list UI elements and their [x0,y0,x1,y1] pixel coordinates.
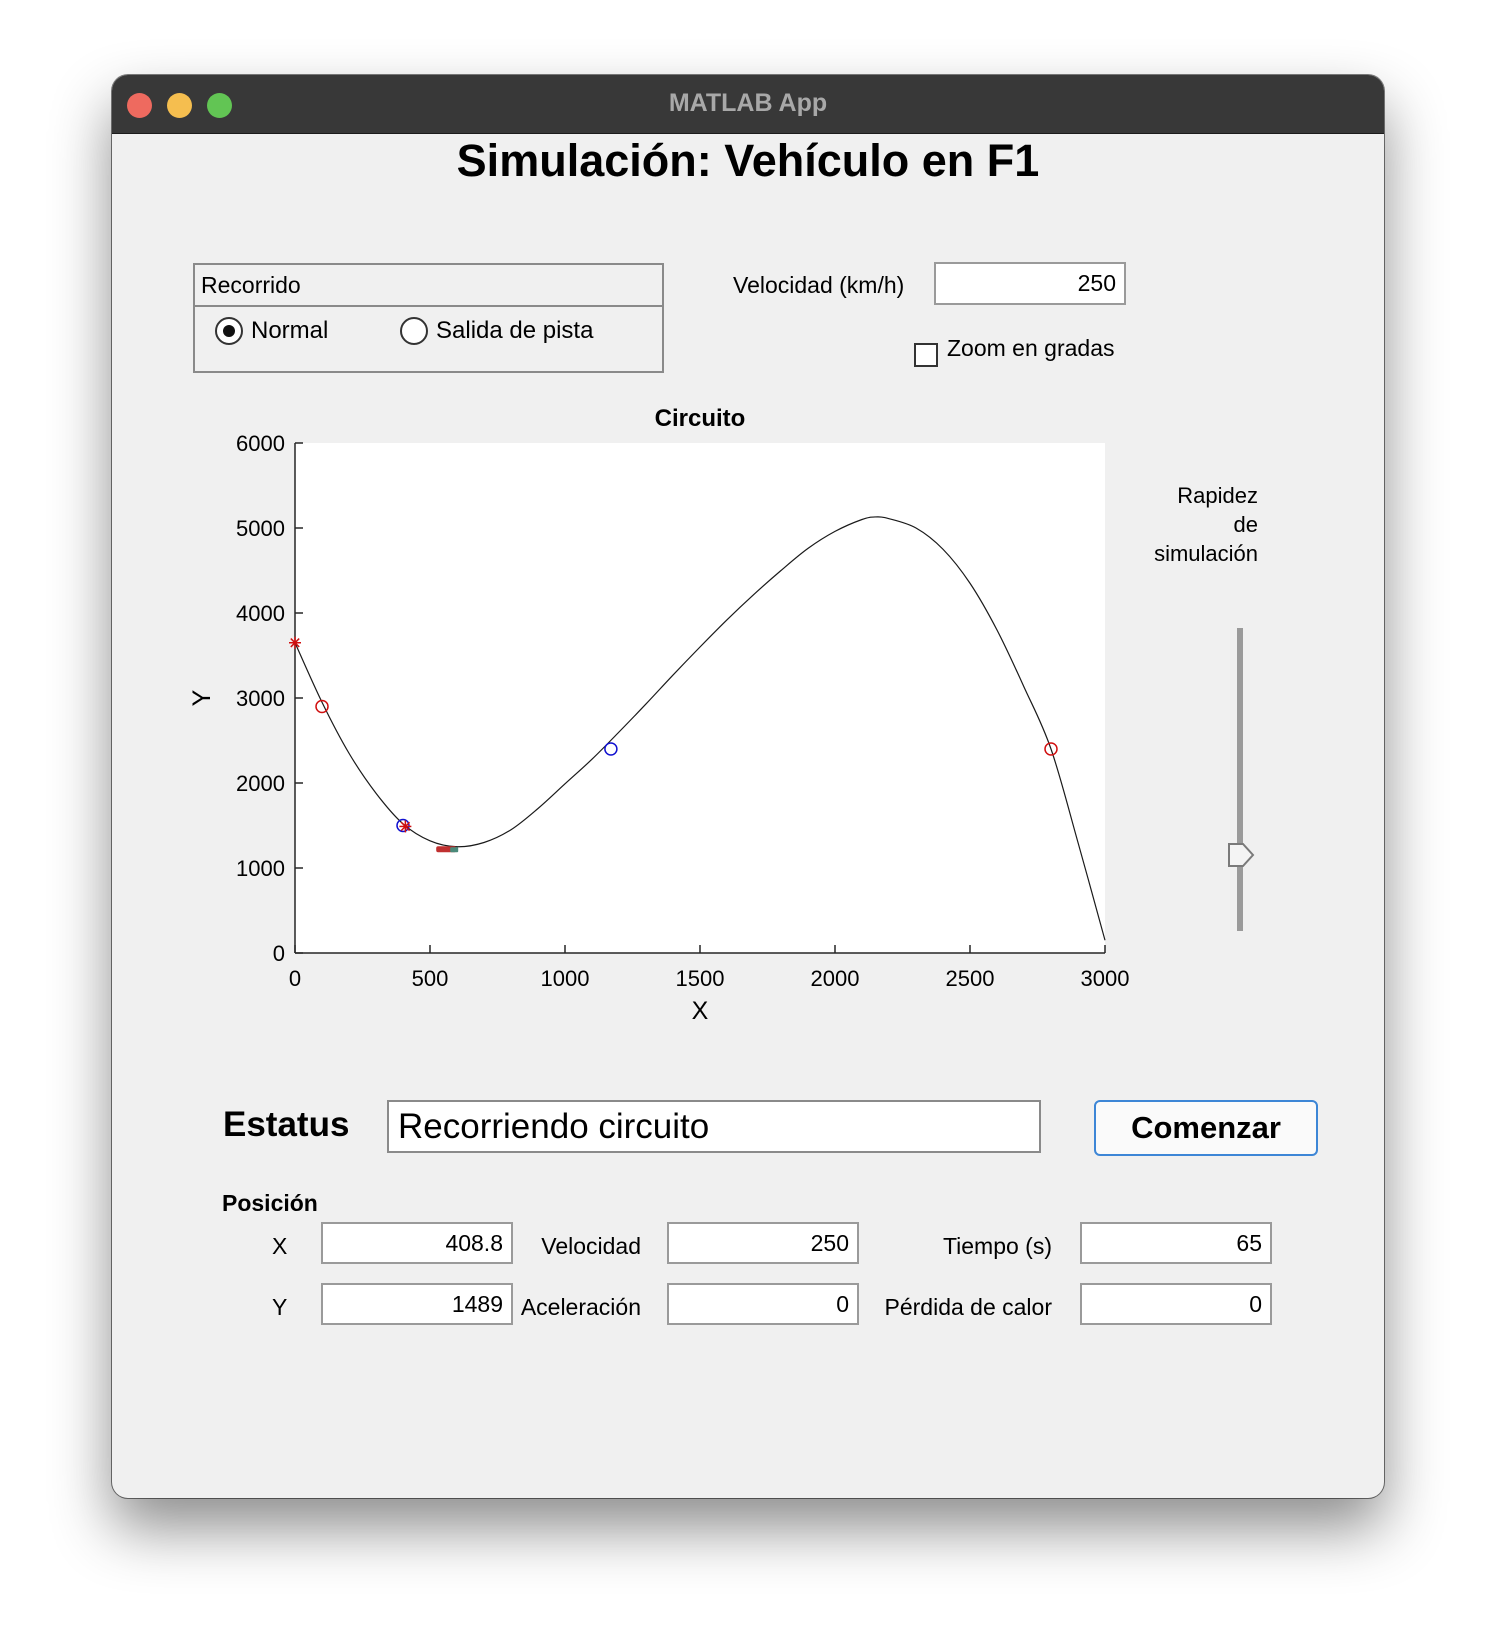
y-tick-label: 6000 [236,431,285,456]
x-tick-label: 500 [412,966,449,991]
y-tick-label: 0 [273,941,285,966]
posicion-label: Posición [222,1190,318,1216]
radio-normal[interactable]: Normal [215,317,328,345]
aceleracion-field: 0 [667,1283,859,1325]
recorrido-panel-title: Recorrido [195,265,662,307]
x-tick-label: 0 [289,966,301,991]
title-bar: MATLAB App [112,75,1384,134]
circuit-chart: Circuito 0 500 1000 1500 2000 2500 3000 0 1000 2… [188,405,1130,1025]
velocidad-kmh-input[interactable]: 250 [934,262,1126,305]
radio-normal-indicator[interactable] [215,317,243,345]
simulation-speed-slider-track[interactable] [1237,628,1243,931]
slider-label-line1: Rapidez [1177,483,1258,508]
y-axis-label: Y [188,689,216,706]
velocidad-kmh-label: Velocidad (km/h) [733,272,905,298]
tiempo-field: 65 [1080,1222,1272,1264]
y-tick-label: 5000 [236,516,285,541]
x-tick-label: 1000 [541,966,590,991]
velocidad-field: 250 [667,1222,859,1264]
app-window: MATLAB App Simulación: Vehículo en F1 Re… [112,75,1384,1498]
y-label: Y [272,1294,288,1320]
zoom-gradas-checkbox[interactable] [914,343,938,367]
x-label: X [272,1233,288,1259]
x-tick-label: 1500 [676,966,725,991]
y-tick-label: 1000 [236,856,285,881]
status-field: Recorriendo circuito [387,1100,1041,1153]
x-tick-label: 2000 [811,966,860,991]
simulation-speed-slider-thumb[interactable] [1227,842,1257,868]
y-tick-label: 2000 [236,771,285,796]
x-position-field: 408.8 [321,1222,513,1264]
x-tick-label: 2500 [946,966,995,991]
comenzar-button[interactable]: Comenzar [1094,1100,1318,1156]
app-title: Simulación: Vehículo en F1 [456,135,1040,186]
y-tick-label: 3000 [236,686,285,711]
radio-salida-label: Salida de pista [436,317,594,344]
velocidad-label: Velocidad [541,1233,641,1259]
car-icon [436,846,459,853]
zoom-gradas-label: Zoom en gradas [947,335,1115,361]
perdida-calor-label: Pérdida de calor [884,1294,1053,1320]
window-title: MATLAB App [668,89,828,117]
y-ticks: 0 1000 2000 3000 4000 5000 6000 [236,431,303,966]
radio-salida-indicator[interactable] [400,317,428,345]
chart-title: Circuito [655,405,746,432]
recorrido-panel: Recorrido Normal Salida de pista [193,263,664,373]
y-position-field: 1489 [321,1283,513,1325]
x-tick-label: 3000 [1081,966,1130,991]
perdida-calor-field: 0 [1080,1283,1272,1325]
x-axis-label: X [692,997,709,1025]
plot-area [295,443,1105,953]
status-label: Estatus [223,1105,350,1144]
radio-normal-label: Normal [251,317,329,344]
tiempo-label: Tiempo (s) [942,1233,1052,1259]
aceleracion-label: Aceleración [520,1294,641,1320]
slider-label-line2: de [1233,512,1258,537]
radio-salida-de-pista[interactable]: Salida de pista [400,317,593,345]
slider-label-line3: simulación [1154,541,1258,566]
y-tick-label: 4000 [236,601,285,626]
